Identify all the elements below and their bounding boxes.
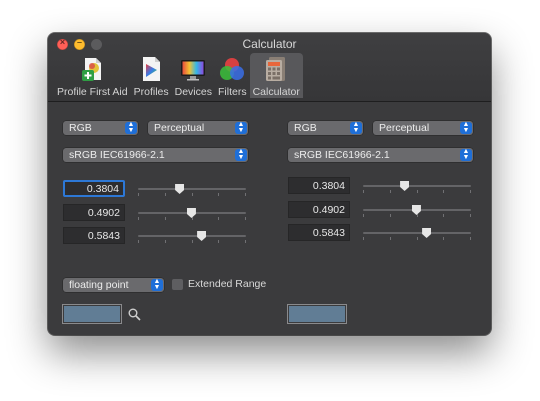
right-color-space-select[interactable]: RGB ▲ ▼	[288, 121, 363, 135]
tab-devices[interactable]: Devices	[172, 53, 215, 98]
slider-tick	[443, 237, 445, 240]
right-intent-select[interactable]: Perceptual ▲ ▼	[373, 121, 473, 135]
tab-label: Calculator	[252, 86, 300, 98]
slider-tick	[218, 217, 220, 220]
number-format-select[interactable]: floating point ▲ ▼	[63, 278, 164, 292]
chevron-updown-icon: ▲ ▼	[235, 148, 247, 161]
slider-tick	[245, 193, 246, 196]
left-channel-1-field[interactable]: 0.3804	[63, 180, 125, 197]
tab-profile-first-aid[interactable]: Profile First Aid	[54, 53, 131, 98]
profiles-icon	[137, 55, 165, 83]
tab-label: Devices	[174, 86, 212, 98]
left-profile-select[interactable]: sRGB IEC61966-2.1 ▲ ▼	[63, 148, 248, 162]
left-channel-2-slider[interactable]	[138, 208, 246, 220]
slider-tick	[389, 237, 391, 240]
right-channel-1-field[interactable]: 0.3804	[288, 177, 350, 194]
slider-tick	[416, 190, 418, 193]
slider-tick	[389, 190, 391, 193]
select-value: sRGB IEC61966-2.1	[69, 149, 165, 161]
slider-tick	[138, 217, 139, 220]
window-title: Calculator	[242, 37, 297, 51]
left-channel-3-slider[interactable]	[138, 231, 246, 243]
tab-label: Profiles	[133, 86, 169, 98]
slider-tick	[416, 237, 418, 240]
filters-icon	[218, 55, 246, 83]
left-channel-1-slider[interactable]	[138, 184, 246, 196]
slider-tick	[470, 214, 471, 217]
right-channel-3-field[interactable]: 0.5843	[288, 224, 350, 241]
devices-icon	[179, 55, 207, 83]
magnifier-icon[interactable]	[128, 308, 141, 326]
select-value: sRGB IEC61966-2.1	[294, 149, 390, 161]
select-value: RGB	[294, 122, 317, 134]
chevron-updown-icon: ▲ ▼	[151, 278, 163, 291]
tab-profiles[interactable]: Profiles	[131, 53, 172, 98]
right-profile-select[interactable]: sRGB IEC61966-2.1 ▲ ▼	[288, 148, 473, 162]
right-channel-3-slider[interactable]	[363, 228, 471, 240]
slider-tick	[191, 240, 193, 243]
extended-range-label: Extended Range	[188, 278, 267, 290]
slider-tick	[363, 214, 364, 217]
swatch-fill	[289, 306, 345, 322]
chevron-updown-icon: ▲ ▼	[460, 121, 472, 134]
select-value: RGB	[69, 122, 92, 134]
tab-label: Profile First Aid	[57, 86, 128, 98]
calculator-window: × – Calculator Profile First Aid Profile…	[48, 33, 491, 335]
slider-tick	[218, 193, 220, 196]
left-channel-3-field[interactable]: 0.5843	[63, 227, 125, 244]
swatch-fill	[64, 306, 120, 322]
right-channel-2-field[interactable]: 0.4902	[288, 201, 350, 218]
slider-tick	[138, 193, 139, 196]
toolbar: Profile First Aid Profiles Devices Filte…	[54, 53, 303, 98]
slider-tick	[443, 190, 445, 193]
chevron-updown-icon: ▲ ▼	[350, 121, 362, 134]
chevron-updown-icon: ▲ ▼	[460, 148, 472, 161]
tab-calculator[interactable]: Calculator	[249, 53, 303, 98]
tab-filters[interactable]: Filters	[215, 53, 250, 98]
slider-tick	[245, 217, 246, 220]
slider-tick	[164, 240, 166, 243]
chevron-updown-icon: ▲ ▼	[125, 121, 137, 134]
left-intent-select[interactable]: Perceptual ▲ ▼	[148, 121, 248, 135]
left-channel-2-field[interactable]: 0.4902	[63, 204, 125, 221]
first-aid-icon	[78, 55, 106, 83]
slider-tick	[363, 190, 364, 193]
slider-tick	[164, 193, 166, 196]
slider-tick	[191, 193, 193, 196]
calculator-icon	[262, 55, 290, 83]
slider-tick	[443, 214, 445, 217]
select-value: Perceptual	[154, 122, 205, 134]
slider-tick	[138, 240, 139, 243]
right-channel-1-slider[interactable]	[363, 181, 471, 193]
left-color-swatch[interactable]	[62, 304, 122, 324]
title-bar: × – Calculator Profile First Aid Profile…	[48, 33, 491, 102]
tab-label: Filters	[217, 86, 247, 98]
slider-tick	[218, 240, 220, 243]
right-color-swatch[interactable]	[287, 304, 347, 324]
slider-tick	[164, 217, 166, 220]
slider-tick	[470, 190, 471, 193]
right-channel-2-slider[interactable]	[363, 205, 471, 217]
slider-tick	[363, 237, 364, 240]
left-color-space-select[interactable]: RGB ▲ ▼	[63, 121, 138, 135]
slider-tick	[470, 237, 471, 240]
chevron-updown-icon: ▲ ▼	[235, 121, 247, 134]
slider-tick	[245, 240, 246, 243]
slider-tick	[389, 214, 391, 217]
extended-range-checkbox[interactable]	[172, 279, 183, 290]
select-value: Perceptual	[379, 122, 430, 134]
select-value: floating point	[69, 279, 129, 291]
